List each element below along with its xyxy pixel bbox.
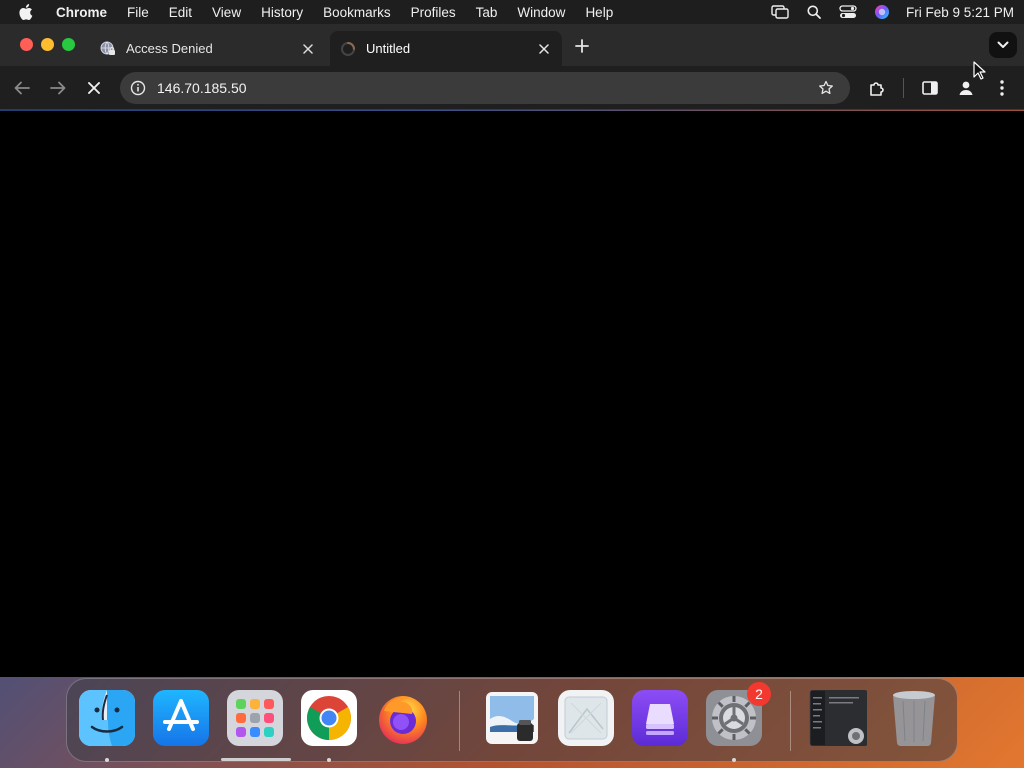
firefox-icon[interactable] [374,689,432,747]
preview-icon[interactable] [483,689,541,747]
image-capture-icon[interactable] [557,689,615,747]
menu-bar: Chrome File Edit View History Bookmarks … [0,0,1024,24]
control-center-icon[interactable] [838,2,858,22]
minimized-window-thumbnail[interactable] [809,689,867,747]
chrome-icon[interactable] [300,689,358,747]
running-indicator [105,758,109,762]
tab-strip: Access Denied Untitled [0,24,1024,66]
launchpad-icon[interactable] [226,689,284,747]
mouse-pointer-icon [973,61,987,81]
dock-divider [790,691,791,751]
loading-spinner-icon [340,41,356,57]
menubar-clock[interactable]: Fri Feb 9 5:21 PM [906,5,1014,20]
site-info-icon[interactable] [129,79,147,97]
menu-view[interactable]: View [202,5,251,20]
trash-icon[interactable] [885,689,943,747]
finder-icon[interactable] [78,689,136,747]
back-arrow-icon[interactable] [11,77,33,99]
system-settings-icon[interactable]: 2 [705,682,771,747]
menu-history[interactable]: History [251,5,313,20]
app-name-menu[interactable]: Chrome [46,5,117,20]
dock: 2 [66,678,958,762]
toolbar-separator [903,78,904,98]
new-tab-plus-icon[interactable] [572,36,592,56]
menu-tab[interactable]: Tab [466,5,508,20]
dock-scroll-indicator [221,758,291,761]
side-panel-icon[interactable] [919,77,941,99]
stop-loading-icon[interactable] [83,77,105,99]
tab-untitled[interactable]: Untitled [330,31,562,66]
window-controls [20,38,75,51]
page-viewport[interactable] [0,111,1024,677]
address-bar-url[interactable]: 146.70.185.50 [157,80,816,96]
zoom-window-button[interactable] [62,38,75,51]
bookmark-star-icon[interactable] [816,78,836,98]
menu-help[interactable]: Help [575,5,623,20]
tab-access-denied[interactable]: Access Denied [90,31,326,66]
close-tab-icon[interactable] [534,39,554,59]
extensions-puzzle-icon[interactable] [866,77,888,99]
menu-edit[interactable]: Edit [159,5,202,20]
running-indicator [732,758,736,762]
spotlight-search-icon[interactable] [804,2,824,22]
address-bar[interactable]: 146.70.185.50 [120,72,850,104]
browser-toolbar: 146.70.185.50 [0,66,1024,110]
apple-menu-icon[interactable] [18,3,36,21]
siri-icon[interactable] [872,2,892,22]
menu-bookmarks[interactable]: Bookmarks [313,5,401,20]
running-indicator [327,758,331,762]
globe-lock-icon [100,41,116,57]
screen-mirroring-icon[interactable] [770,2,790,22]
menu-window[interactable]: Window [507,5,575,20]
disk-storage-app-icon[interactable] [631,689,689,747]
dock-divider [459,691,460,751]
close-window-button[interactable] [20,38,33,51]
forward-arrow-icon[interactable] [47,77,69,99]
menu-file[interactable]: File [117,5,159,20]
chrome-menu-kebab-icon[interactable] [991,77,1013,99]
tab-title: Access Denied [126,41,213,56]
app-store-icon[interactable] [152,689,210,747]
menu-profiles[interactable]: Profiles [401,5,466,20]
tab-search-chevron-icon[interactable] [989,32,1017,58]
close-tab-icon[interactable] [298,39,318,59]
tab-title: Untitled [366,41,411,56]
notification-badge: 2 [747,682,771,706]
minimize-window-button[interactable] [41,38,54,51]
